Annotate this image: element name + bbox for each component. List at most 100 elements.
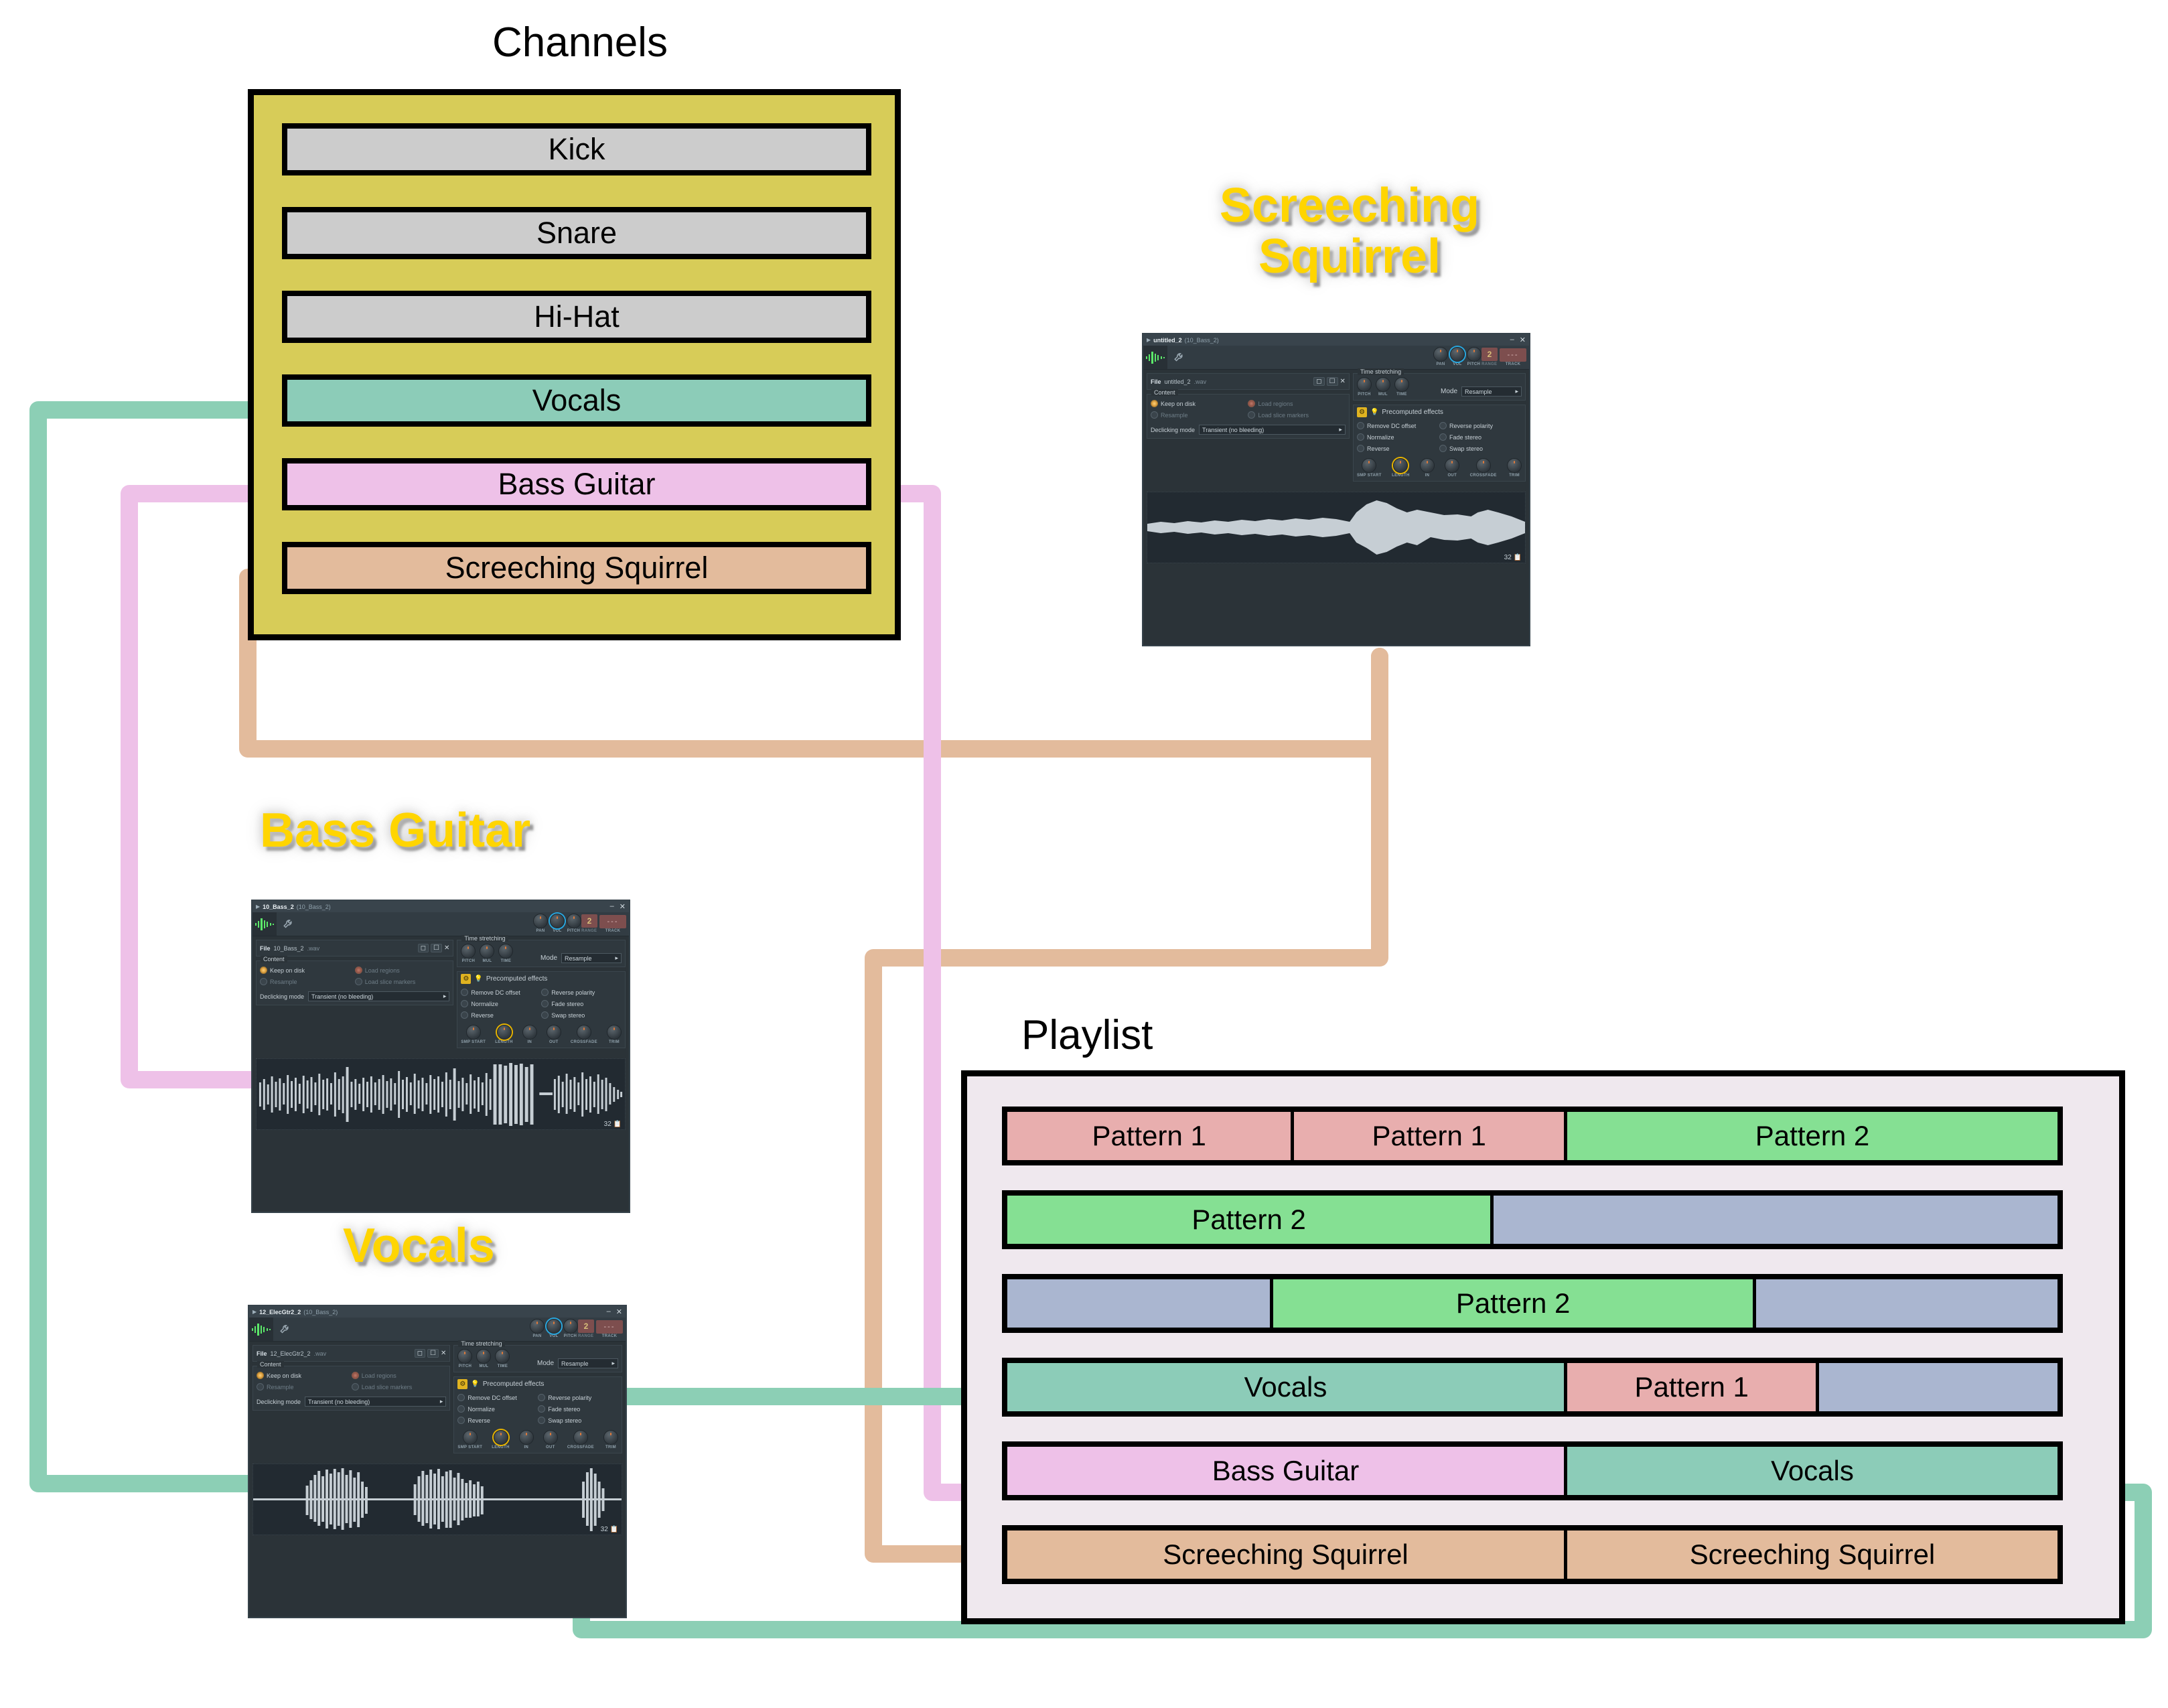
in-knob[interactable] xyxy=(1419,458,1435,473)
minimize-icon[interactable]: – xyxy=(607,1307,611,1316)
playlist-clip[interactable] xyxy=(1816,1363,2057,1411)
vol-knob[interactable] xyxy=(547,1319,561,1334)
crossfade-knob[interactable] xyxy=(573,1430,588,1445)
checkbox-fade-stereo[interactable] xyxy=(541,1000,549,1007)
pitch-value[interactable]: 2 xyxy=(581,914,597,928)
playlist-clip[interactable]: Pattern 2 xyxy=(1564,1112,2057,1160)
playlist-clip[interactable] xyxy=(1490,1196,2057,1244)
track-value[interactable]: --- xyxy=(1500,348,1526,362)
playlist-clip[interactable]: Vocals xyxy=(1564,1447,2057,1495)
mode-select[interactable]: Resample ▸ xyxy=(1461,386,1522,397)
wrench-icon[interactable]: ⚙ xyxy=(1356,407,1367,417)
checkbox-reverse[interactable] xyxy=(461,1011,469,1019)
bulb-icon[interactable]: 💡 xyxy=(474,975,482,983)
close-icon[interactable]: ✕ xyxy=(616,1307,622,1316)
folder-icon[interactable]: ◻ xyxy=(1313,377,1325,386)
pitch-knob[interactable] xyxy=(567,914,581,928)
playlist-clip[interactable]: Pattern 2 xyxy=(1270,1279,1753,1328)
radio-resample[interactable] xyxy=(257,1383,264,1391)
radio-load-slice-markers[interactable] xyxy=(351,1383,359,1391)
radio-keep-on-disk[interactable] xyxy=(257,1372,264,1379)
length-knob[interactable] xyxy=(496,1025,512,1040)
out-knob[interactable] xyxy=(546,1025,561,1040)
pitch-knob[interactable] xyxy=(1356,377,1372,392)
bulb-icon[interactable]: 💡 xyxy=(471,1380,479,1388)
playlist-clip[interactable]: Vocals xyxy=(1007,1363,1565,1411)
close-icon[interactable]: ✕ xyxy=(1520,336,1526,344)
mode-select[interactable]: Resample ▸ xyxy=(558,1358,618,1368)
checkbox-reverse-polarity[interactable] xyxy=(538,1394,546,1401)
checkbox-reverse[interactable] xyxy=(457,1417,465,1424)
sampler-window-squirrel[interactable]: ▶ untitled_2 (10_Bass_2) – ✕ PAN VOL 2 P… xyxy=(1142,333,1530,646)
smp-start-knob[interactable] xyxy=(465,1025,481,1040)
wrench-icon[interactable] xyxy=(277,912,301,936)
checkbox-fade-stereo[interactable] xyxy=(538,1405,546,1413)
declicking-mode-select[interactable]: Transient (no bleeding) ▸ xyxy=(1199,425,1346,435)
waveform-icon[interactable] xyxy=(252,912,277,936)
radio-keep-on-disk[interactable] xyxy=(1151,400,1158,407)
radio-resample[interactable] xyxy=(1151,411,1158,419)
close-icon[interactable]: ✕ xyxy=(444,944,449,952)
sampler-window-bass[interactable]: ▶ 10_Bass_2 (10_Bass_2) – ✕ PAN VOL 2 PI… xyxy=(251,900,630,1213)
waveform-icon[interactable] xyxy=(249,1318,273,1341)
declicking-mode-select[interactable]: Transient (no bleeding) ▸ xyxy=(308,991,450,1001)
time-knob[interactable] xyxy=(498,944,514,958)
length-knob[interactable] xyxy=(493,1430,508,1445)
wrench-icon[interactable]: ⚙ xyxy=(461,974,472,984)
checkbox-normalize[interactable] xyxy=(457,1405,465,1413)
mul-knob[interactable] xyxy=(1375,377,1390,392)
waveform-display[interactable]: 32 📋 xyxy=(256,1058,626,1130)
channel-row-hihat[interactable]: Hi-Hat xyxy=(282,291,871,343)
playlist-clip[interactable]: Pattern 1 xyxy=(1564,1363,1816,1411)
in-knob[interactable] xyxy=(518,1430,534,1445)
wrench-icon[interactable] xyxy=(1167,346,1191,369)
out-knob[interactable] xyxy=(1445,458,1460,473)
triangle-right-icon[interactable]: ▶ xyxy=(1147,337,1151,343)
channel-row-snare[interactable]: Snare xyxy=(282,207,871,259)
playlist-clip[interactable] xyxy=(1007,1279,1270,1328)
checkbox-swap-stereo[interactable] xyxy=(1439,445,1447,452)
sampler-titlebar[interactable]: ▶ 12_ElecGtr2_2 (10_Bass_2) – ✕ xyxy=(249,1306,626,1318)
channel-row-vocals[interactable]: Vocals xyxy=(282,374,871,427)
pan-knob[interactable] xyxy=(530,1319,545,1334)
length-knob[interactable] xyxy=(1393,458,1408,473)
checkbox-remove-dc-offset[interactable] xyxy=(461,989,469,996)
close-icon[interactable]: ✕ xyxy=(441,1350,446,1357)
checkbox-fade-stereo[interactable] xyxy=(1439,433,1447,441)
time-knob[interactable] xyxy=(495,1349,510,1364)
bulb-icon[interactable]: 💡 xyxy=(1370,409,1378,416)
checkbox-swap-stereo[interactable] xyxy=(538,1417,546,1424)
pan-knob[interactable] xyxy=(533,914,548,928)
radio-load-regions[interactable] xyxy=(354,967,362,974)
close-icon[interactable]: ✕ xyxy=(620,902,626,911)
pitch-value[interactable]: 2 xyxy=(578,1320,594,1333)
playlist-row[interactable]: Pattern 2 xyxy=(1002,1274,2063,1333)
playlist-clip[interactable]: Pattern 2 xyxy=(1007,1196,1491,1244)
sampler-window-vocals[interactable]: ▶ 12_ElecGtr2_2 (10_Bass_2) – ✕ PAN VOL … xyxy=(248,1305,627,1618)
triangle-right-icon[interactable]: ▶ xyxy=(256,904,260,910)
playlist-clip[interactable]: Pattern 1 xyxy=(1007,1112,1291,1160)
track-value[interactable]: --- xyxy=(599,915,626,928)
checkbox-remove-dc-offset[interactable] xyxy=(1356,422,1364,429)
checkbox-swap-stereo[interactable] xyxy=(541,1011,549,1019)
playlist-clip[interactable]: Screeching Squirrel xyxy=(1007,1531,1565,1579)
playlist-row[interactable]: Bass Guitar Vocals xyxy=(1002,1441,2063,1500)
checkbox-remove-dc-offset[interactable] xyxy=(457,1394,465,1401)
waveform-icon[interactable] xyxy=(1143,346,1167,369)
save-icon[interactable]: ☐ xyxy=(427,1349,439,1358)
minimize-icon[interactable]: – xyxy=(1510,336,1514,344)
close-icon[interactable]: ✕ xyxy=(1340,378,1346,385)
checkbox-reverse-polarity[interactable] xyxy=(541,989,549,996)
triangle-right-icon[interactable]: ▶ xyxy=(252,1309,257,1315)
checkbox-reverse-polarity[interactable] xyxy=(1439,422,1447,429)
pitch-value[interactable]: 2 xyxy=(1482,348,1498,361)
declicking-mode-select[interactable]: Transient (no bleeding) ▸ xyxy=(305,1397,447,1407)
wrench-icon[interactable]: ⚙ xyxy=(457,1379,468,1389)
crossfade-knob[interactable] xyxy=(1475,458,1491,473)
pan-knob[interactable] xyxy=(1433,347,1448,362)
out-knob[interactable] xyxy=(543,1430,558,1445)
playlist-clip[interactable]: Pattern 1 xyxy=(1291,1112,1565,1160)
checkbox-normalize[interactable] xyxy=(461,1000,469,1007)
mode-select[interactable]: Resample ▸ xyxy=(561,953,622,963)
radio-load-regions[interactable] xyxy=(351,1372,359,1379)
